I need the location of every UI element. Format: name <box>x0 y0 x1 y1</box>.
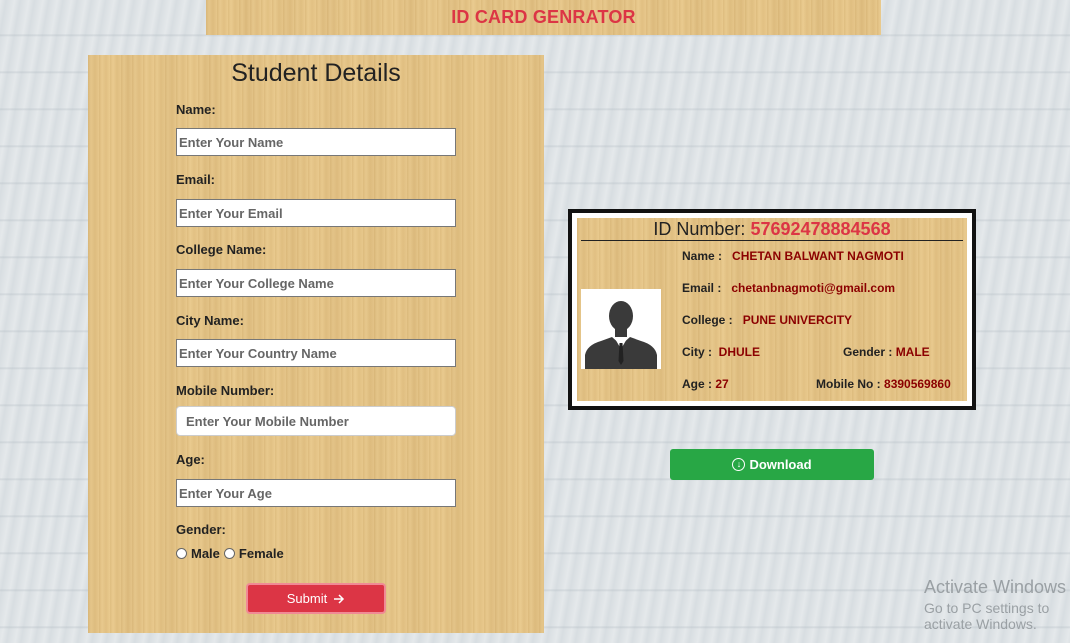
arrow-right-icon <box>334 593 345 604</box>
watermark-line1: Activate Windows <box>924 577 1067 597</box>
email-input[interactable] <box>176 199 456 227</box>
mobile-label: Mobile Number: <box>176 383 275 398</box>
card-city-row: City : DHULE <box>682 345 760 359</box>
age-input[interactable] <box>176 479 456 507</box>
card-name-value: CHETAN BALWANT NAGMOTI <box>732 249 904 263</box>
id-card: ID Number: 57692478884568 Name : CHETAN … <box>568 209 976 410</box>
male-radio-label: Male <box>191 546 220 561</box>
male-radio[interactable] <box>176 548 187 559</box>
mobile-input[interactable] <box>176 406 456 436</box>
name-input[interactable] <box>176 128 456 156</box>
card-gender-label: Gender : <box>843 345 893 359</box>
college-label: College Name: <box>176 242 267 257</box>
card-mobile-value: 8390569860 <box>884 377 951 391</box>
card-age-value: 27 <box>715 377 729 391</box>
card-city-label: City : <box>682 345 712 359</box>
email-label: Email: <box>176 172 216 187</box>
app-title: ID CARD GENRATOR <box>451 7 636 27</box>
female-radio[interactable] <box>223 548 235 559</box>
download-button[interactable]: ↓ Download <box>670 449 874 480</box>
card-email-row: Email : chetanbnagmoti@gmail.com <box>682 281 895 295</box>
submit-button[interactable]: Submit <box>246 583 386 614</box>
download-circle-icon: ↓ <box>732 458 746 471</box>
id-divider <box>581 240 963 241</box>
card-college-row: College : PUNE UNIVERCITY <box>682 313 852 327</box>
id-card-body: ID Number: 57692478884568 Name : CHETAN … <box>577 218 967 401</box>
card-email-value: chetanbnagmoti@gmail.com <box>731 281 896 295</box>
watermark-line2: Go to PC settings to activate Windows. <box>924 600 1050 632</box>
female-radio-label: Female <box>238 546 284 561</box>
card-mobile-label: Mobile No : <box>816 377 881 391</box>
card-gender-value: MALE <box>895 345 930 359</box>
submit-label: Submit <box>286 591 328 606</box>
card-city-value: DHULE <box>718 345 761 359</box>
age-label: Age: <box>176 452 205 467</box>
windows-activation-watermark: Activate Windows Go to PC settings to ac… <box>924 577 1070 632</box>
card-age-label: Age : <box>682 377 712 391</box>
gender-label: Gender: <box>176 522 226 537</box>
card-mobile-row: Mobile No : 8390569860 <box>816 377 951 391</box>
id-number-label: ID Number: <box>653 219 746 239</box>
card-email-label: Email : <box>682 281 722 295</box>
card-college-label: College : <box>682 313 733 327</box>
id-number-value: 57692478884568 <box>750 219 891 239</box>
form-title: Student Details <box>231 59 401 87</box>
card-college-value: PUNE UNIVERCITY <box>742 313 853 327</box>
user-silhouette-icon <box>581 289 661 369</box>
city-label: City Name: <box>176 313 244 328</box>
card-name-label: Name : <box>682 249 723 263</box>
card-name-row: Name : CHETAN BALWANT NAGMOTI <box>682 249 904 263</box>
city-input[interactable] <box>176 339 456 367</box>
college-input[interactable] <box>176 269 456 297</box>
download-label: Download <box>749 457 812 472</box>
app-header: ID CARD GENRATOR <box>206 0 881 35</box>
name-label: Name: <box>176 102 216 117</box>
id-number-heading: ID Number: 57692478884568 <box>577 218 967 240</box>
card-gender-row: Gender : MALE <box>843 345 930 359</box>
student-details-form: Student Details Name: Email: College Nam… <box>88 55 544 633</box>
gender-radio-group: Male Female <box>176 546 284 561</box>
card-age-row: Age : 27 <box>682 377 729 391</box>
